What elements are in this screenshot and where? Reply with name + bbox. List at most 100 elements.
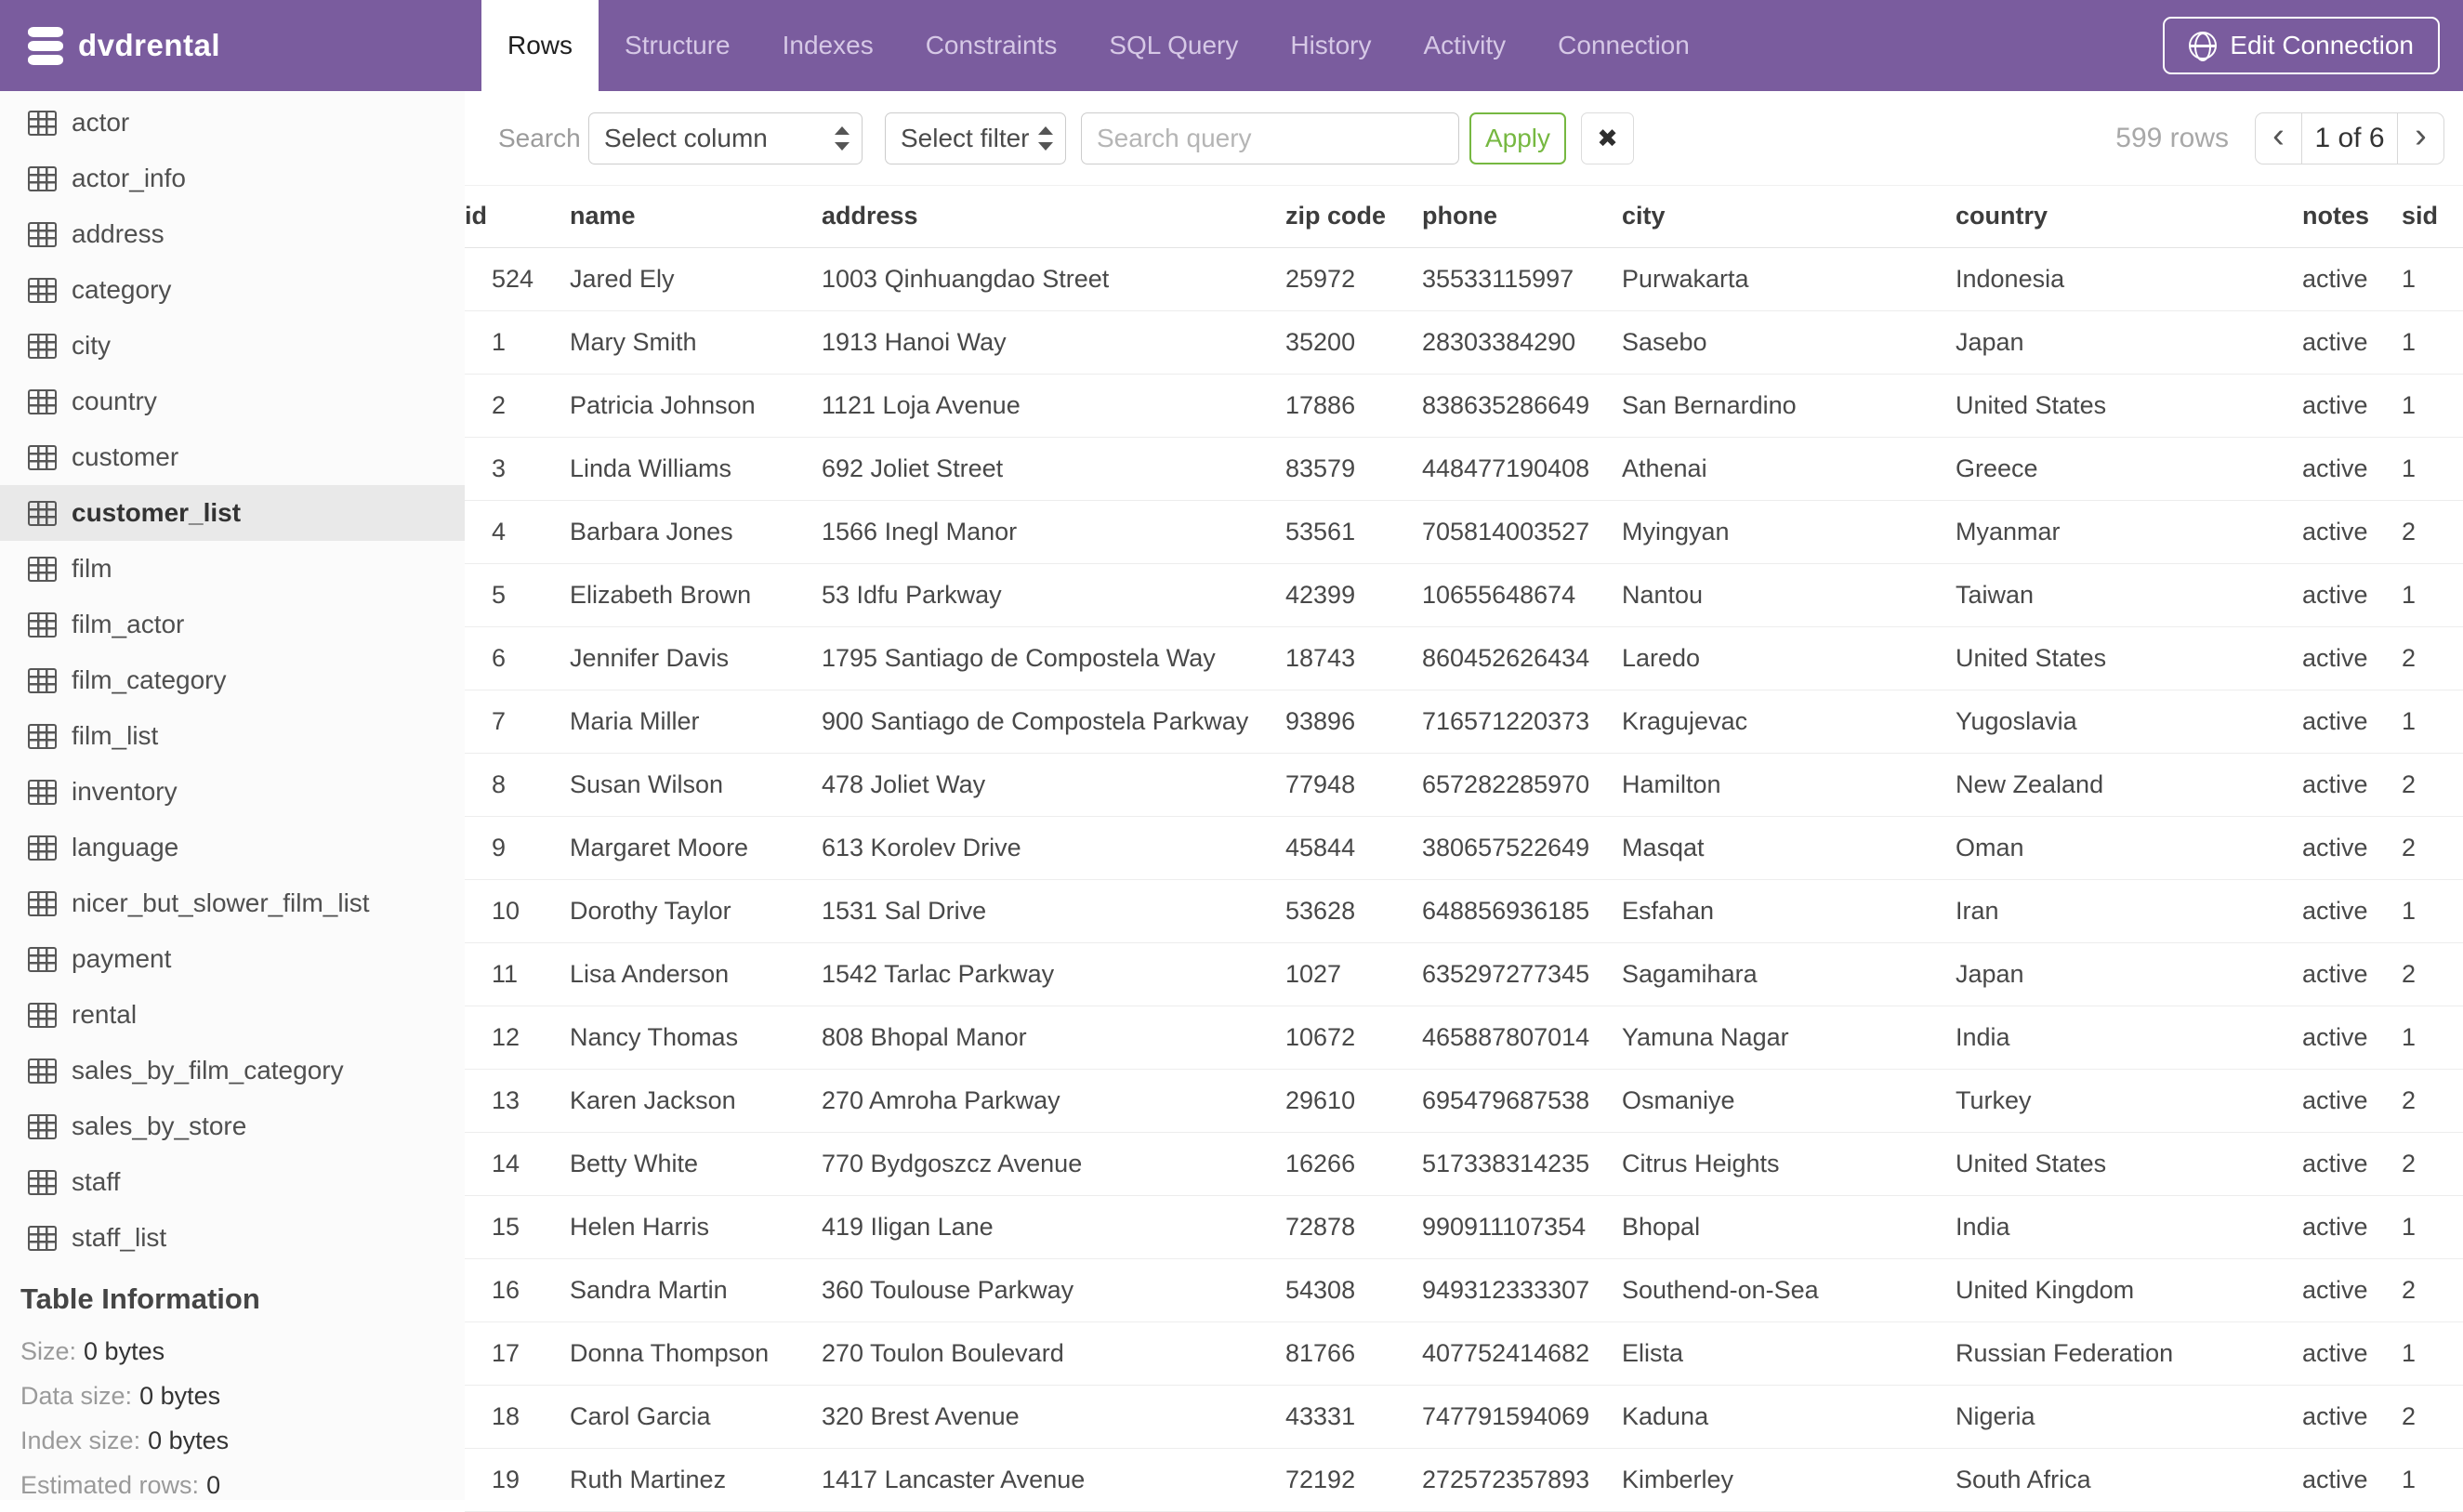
sidebar-table-item[interactable]: actor [0, 95, 465, 151]
table-row[interactable]: 1 Mary Smith 1913 Hanoi Way 35200 283033… [465, 310, 2463, 375]
table-row[interactable]: 10 Dorothy Taylor 1531 Sal Drive 53628 6… [465, 879, 2463, 943]
table-row[interactable]: 17 Donna Thompson 270 Toulon Boulevard 8… [465, 1321, 2463, 1386]
column-header[interactable]: id [465, 186, 570, 248]
cell-city: Laredo [1622, 626, 1956, 690]
sidebar-table-item[interactable]: film [0, 541, 465, 597]
apply-button[interactable]: Apply [1469, 112, 1566, 164]
nav-tab[interactable]: Activity [1397, 0, 1532, 91]
sidebar-table-label: city [72, 331, 111, 360]
cell-sid: 1 [2402, 1006, 2463, 1070]
sidebar-table-label: actor [72, 108, 130, 137]
sidebar-table-item[interactable]: country [0, 374, 465, 429]
cell-notes: active [2302, 816, 2402, 880]
cell-zip-code: 16266 [1285, 1132, 1422, 1196]
cell-name: Susan Wilson [570, 753, 822, 817]
prev-page-button[interactable]: ‹ [2256, 113, 2301, 164]
table-info-value: 0 bytes [148, 1426, 230, 1454]
cell-city: Kimberley [1622, 1448, 1956, 1512]
edit-connection-button[interactable]: Edit Connection [2163, 17, 2440, 74]
sidebar-table-item[interactable]: customer [0, 429, 465, 485]
cell-zip-code: 18743 [1285, 626, 1422, 690]
sidebar-table-item[interactable]: payment [0, 931, 465, 987]
sidebar-table-label: staff [72, 1167, 121, 1196]
cell-notes: active [2302, 626, 2402, 690]
table-row[interactable]: 18 Carol Garcia 320 Brest Avenue 43331 7… [465, 1385, 2463, 1449]
sidebar-table-item[interactable]: language [0, 820, 465, 875]
column-select[interactable]: Select column [588, 112, 863, 164]
nav-tab[interactable]: Structure [599, 0, 757, 91]
cell-name: Patricia Johnson [570, 374, 822, 438]
cell-id: 9 [465, 816, 570, 880]
table-row[interactable]: 19 Ruth Martinez 1417 Lancaster Avenue 7… [465, 1448, 2463, 1512]
nav-tab[interactable]: Indexes [757, 0, 900, 91]
results-table: id name address zip code phone city coun… [465, 186, 2463, 1512]
table-row[interactable]: 16 Sandra Martin 360 Toulouse Parkway 54… [465, 1258, 2463, 1322]
column-header[interactable]: phone [1422, 186, 1622, 248]
table-row[interactable]: 8 Susan Wilson 478 Joliet Way 77948 6572… [465, 753, 2463, 817]
filter-select[interactable]: Select filter [885, 112, 1066, 164]
table-row[interactable]: 9 Margaret Moore 613 Korolev Drive 45844… [465, 816, 2463, 880]
column-header[interactable]: name [570, 186, 822, 248]
cell-city: Kaduna [1622, 1385, 1956, 1449]
table-row[interactable]: 7 Maria Miller 900 Santiago de Compostel… [465, 690, 2463, 754]
next-page-button[interactable]: › [2398, 113, 2443, 164]
table-grid-icon [28, 835, 57, 861]
cell-sid: 1 [2402, 690, 2463, 754]
cell-city: Citrus Heights [1622, 1132, 1956, 1196]
nav-tab[interactable]: Connection [1532, 0, 1716, 91]
sidebar-table-item[interactable]: inventory [0, 764, 465, 820]
cell-country: Nigeria [1956, 1385, 2302, 1449]
nav-tab[interactable]: History [1264, 0, 1397, 91]
column-header[interactable]: notes [2302, 186, 2402, 248]
search-query-input[interactable] [1081, 112, 1459, 164]
sidebar-table-item[interactable]: sales_by_store [0, 1098, 465, 1154]
sidebar-table-item[interactable]: film_actor [0, 597, 465, 652]
column-header[interactable]: city [1622, 186, 1956, 248]
sidebar-table-item[interactable]: nicer_but_slower_film_list [0, 875, 465, 931]
cell-country: Indonesia [1956, 247, 2302, 311]
table-row[interactable]: 15 Helen Harris 419 Iligan Lane 72878 99… [465, 1195, 2463, 1259]
nav-tab[interactable]: Rows [481, 0, 599, 91]
table-grid-icon [28, 165, 57, 191]
table-info-row: Index size: 0 bytes [20, 1418, 465, 1463]
cell-country: Yugoslavia [1956, 690, 2302, 754]
nav-tab[interactable]: SQL Query [1083, 0, 1264, 91]
table-row[interactable]: 13 Karen Jackson 270 Amroha Parkway 2961… [465, 1069, 2463, 1133]
sidebar-table-item[interactable]: staff [0, 1154, 465, 1210]
cell-sid: 2 [2402, 1069, 2463, 1133]
cell-name: Carol Garcia [570, 1385, 822, 1449]
table-row[interactable]: 14 Betty White 770 Bydgoszcz Avenue 1626… [465, 1132, 2463, 1196]
cell-country: Taiwan [1956, 563, 2302, 627]
column-header[interactable]: sid [2402, 186, 2463, 248]
sidebar-table-item[interactable]: customer_list [0, 485, 465, 541]
column-header[interactable]: address [822, 186, 1285, 248]
sidebar-table-item[interactable]: film_category [0, 652, 465, 708]
sidebar-table-item[interactable]: rental [0, 987, 465, 1043]
cell-zip-code: 53561 [1285, 500, 1422, 564]
sidebar-table-item[interactable]: address [0, 206, 465, 262]
cell-country: India [1956, 1006, 2302, 1070]
cell-city: Masqat [1622, 816, 1956, 880]
clear-filter-button[interactable]: ✖ [1581, 112, 1634, 164]
sidebar-table-item[interactable]: city [0, 318, 465, 374]
column-header[interactable]: zip code [1285, 186, 1422, 248]
table-row[interactable]: 4 Barbara Jones 1566 Inegl Manor 53561 7… [465, 500, 2463, 564]
table-row[interactable]: 3 Linda Williams 692 Joliet Street 83579… [465, 437, 2463, 501]
sidebar-table-item[interactable]: category [0, 262, 465, 318]
nav-tab[interactable]: Constraints [900, 0, 1084, 91]
sidebar-table-item[interactable]: sales_by_film_category [0, 1043, 465, 1098]
table-row[interactable]: 11 Lisa Anderson 1542 Tarlac Parkway 102… [465, 942, 2463, 1006]
cell-address: 1003 Qinhuangdao Street [822, 247, 1285, 311]
cell-address: 1913 Hanoi Way [822, 310, 1285, 375]
table-row[interactable]: 5 Elizabeth Brown 53 Idfu Parkway 42399 … [465, 563, 2463, 627]
column-header[interactable]: country [1956, 186, 2302, 248]
sidebar-table-label: actor_info [72, 164, 186, 192]
cell-address: 270 Amroha Parkway [822, 1069, 1285, 1133]
sidebar-table-item[interactable]: actor_info [0, 151, 465, 206]
table-row[interactable]: 2 Patricia Johnson 1121 Loja Avenue 1788… [465, 374, 2463, 438]
sidebar-table-item[interactable]: film_list [0, 708, 465, 764]
table-row[interactable]: 6 Jennifer Davis 1795 Santiago de Compos… [465, 626, 2463, 690]
table-row[interactable]: 524 Jared Ely 1003 Qinhuangdao Street 25… [465, 247, 2463, 311]
sidebar-table-item[interactable]: staff_list [0, 1210, 465, 1266]
table-row[interactable]: 12 Nancy Thomas 808 Bhopal Manor 10672 4… [465, 1006, 2463, 1070]
